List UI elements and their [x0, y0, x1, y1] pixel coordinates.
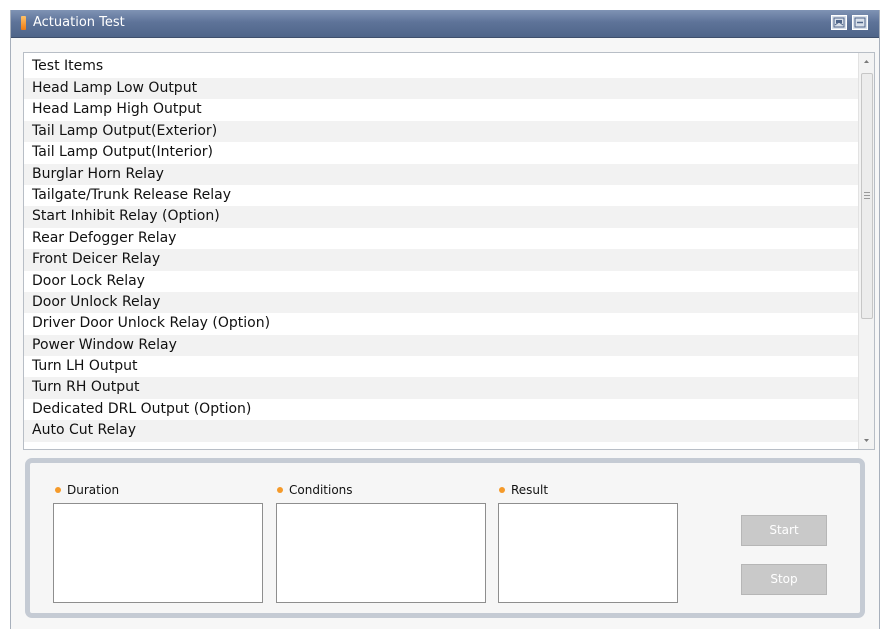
list-rows: Head Lamp Low Output Head Lamp High Outpu… — [24, 78, 858, 442]
list-item[interactable]: Start Inhibit Relay (Option) — [24, 206, 858, 228]
test-items-list: Test Items Head Lamp Low Output Head Lamp… — [23, 52, 875, 450]
orange-dot-icon — [499, 487, 505, 493]
list-item[interactable]: Tail Lamp Output(Interior) — [24, 142, 858, 164]
result-label: Result — [499, 483, 548, 497]
test-control-panel: Duration Conditions Result Start Stop — [25, 458, 865, 618]
scroll-down-button[interactable] — [859, 433, 874, 449]
start-button[interactable]: Start — [741, 515, 827, 546]
stop-button[interactable]: Stop — [741, 564, 827, 595]
result-field[interactable] — [498, 503, 678, 603]
scroll-up-arrow-icon — [864, 60, 869, 63]
conditions-label-text: Conditions — [289, 483, 353, 497]
duration-label-text: Duration — [67, 483, 120, 497]
list-item[interactable]: Head Lamp Low Output — [24, 78, 858, 100]
list-item[interactable]: Rear Defogger Relay — [24, 227, 858, 250]
list-item[interactable]: Tail Lamp Output(Exterior) — [24, 120, 858, 143]
scrollbar-thumb[interactable] — [861, 73, 873, 319]
list-item[interactable]: Dedicated DRL Output (Option) — [24, 398, 858, 421]
list-item[interactable]: Tailgate/Trunk Release Relay — [24, 184, 858, 207]
actuation-test-window: Actuation Test Test Items Head Lamp Low … — [10, 10, 880, 629]
scroll-down-arrow-icon — [864, 439, 869, 442]
thumb-grip-line — [864, 198, 870, 199]
list-item[interactable]: Turn LH Output — [24, 356, 858, 378]
list-item[interactable]: Head Lamp High Output — [24, 99, 858, 121]
list-item[interactable]: Turn RH Output — [24, 377, 858, 399]
restore-window-button[interactable] — [831, 15, 847, 30]
duration-label: Duration — [55, 483, 119, 497]
thumb-grip-line — [864, 192, 870, 193]
minimize-window-button[interactable] — [852, 15, 868, 30]
list-item[interactable]: Front Deicer Relay — [24, 249, 858, 271]
minimize-window-icon — [854, 17, 866, 28]
list-column-header: Test Items — [32, 58, 104, 74]
list-scrollbar[interactable] — [858, 53, 874, 449]
window-title: Actuation Test — [33, 15, 125, 30]
conditions-label: Conditions — [277, 483, 353, 497]
duration-field[interactable] — [53, 503, 263, 603]
list-item[interactable]: Door Unlock Relay — [24, 291, 858, 314]
scroll-up-button[interactable] — [859, 53, 874, 69]
list-item[interactable]: Auto Cut Relay — [24, 420, 858, 442]
title-bar: Actuation Test — [11, 10, 879, 38]
conditions-field[interactable] — [276, 503, 486, 603]
title-marker-icon — [21, 16, 26, 30]
restore-window-icon — [833, 17, 845, 28]
list-item[interactable]: Driver Door Unlock Relay (Option) — [24, 313, 858, 335]
thumb-grip-line — [864, 195, 870, 196]
list-item[interactable]: Burglar Horn Relay — [24, 163, 858, 185]
result-label-text: Result — [511, 483, 549, 497]
orange-dot-icon — [277, 487, 283, 493]
list-item[interactable]: Door Lock Relay — [24, 270, 858, 292]
list-item[interactable]: Power Window Relay — [24, 334, 858, 357]
orange-dot-icon — [55, 487, 61, 493]
